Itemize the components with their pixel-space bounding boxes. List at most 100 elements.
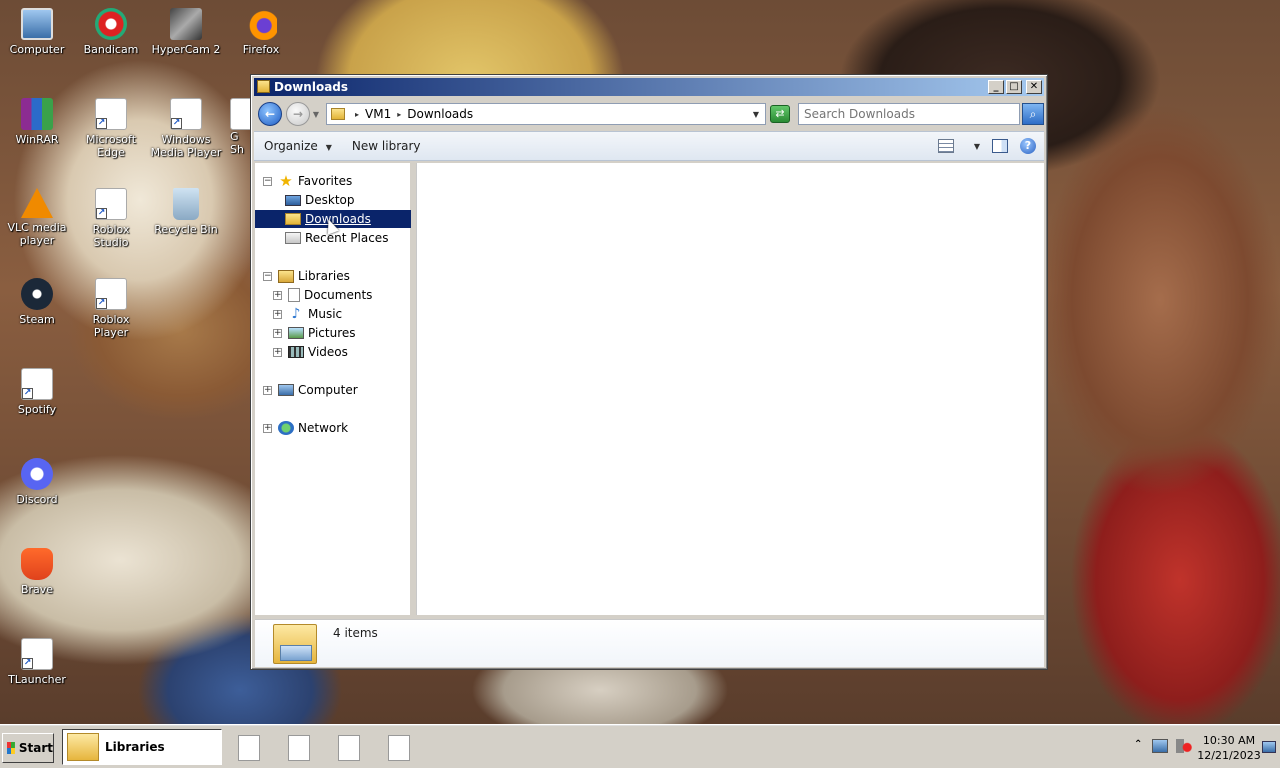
desktop-icon-spotify[interactable]: ↗ Spotify	[0, 368, 74, 416]
desktop-icon-bandicam[interactable]: Bandicam	[74, 8, 148, 56]
minimize-button[interactable]: _	[988, 80, 1004, 94]
computer-icon	[278, 384, 294, 396]
pinned-app-icon[interactable]	[288, 735, 310, 761]
shortcut-icon: ↗	[21, 638, 53, 670]
search-input[interactable]	[798, 103, 1020, 125]
desktop-icon-recycle-bin[interactable]: Recycle Bin	[149, 188, 223, 236]
chevron-down-icon: ▼	[325, 143, 332, 152]
windows-logo-icon	[7, 742, 15, 754]
preview-pane-icon[interactable]	[992, 139, 1008, 153]
tree-item-recent-places[interactable]: Recent Places	[285, 229, 388, 247]
desktop-icon-hypercam[interactable]: HyperCam 2	[149, 8, 223, 56]
window-title: Downloads	[274, 80, 349, 94]
desktop-icon-roblox-player[interactable]: ↗ Roblox Player	[74, 278, 148, 339]
show-desktop-icon[interactable]	[1262, 741, 1276, 753]
expand-icon[interactable]: +	[273, 328, 282, 338]
volume-muted-icon[interactable]	[1176, 739, 1192, 753]
tree-network[interactable]: + Network	[263, 419, 348, 437]
tree-item-pictures[interactable]: + Pictures	[273, 324, 356, 342]
window-titlebar[interactable]: Downloads _ □ ✕	[254, 78, 1044, 96]
taskbar: Start Libraries ⌃ 10:30 AM 12/21/2023	[0, 724, 1280, 768]
desktop-icon	[285, 194, 301, 206]
clock[interactable]: 10:30 AM 12/21/2023	[1196, 733, 1262, 763]
chevron-down-icon[interactable]: ▼	[753, 110, 759, 119]
forward-button[interactable]: →	[286, 102, 310, 126]
search-button[interactable]: ⌕	[1022, 103, 1044, 125]
collapse-icon[interactable]: −	[263, 271, 272, 281]
shortcut-icon: ↗	[170, 98, 202, 130]
maximize-button[interactable]: □	[1006, 80, 1022, 94]
item-count: 4 items	[333, 626, 378, 640]
desktop-icon-firefox[interactable]: Firefox	[224, 8, 298, 56]
taskbar-item-libraries[interactable]: Libraries	[62, 729, 222, 765]
network-icon	[278, 421, 294, 435]
network-tray-icon[interactable]	[1152, 739, 1168, 753]
tree-label: Music	[308, 307, 343, 321]
recent-places-icon	[285, 232, 301, 244]
desktop-icon-windows-media-player[interactable]: ↗ Windows Media Player	[149, 98, 223, 159]
back-button[interactable]: ←	[258, 102, 282, 126]
desktop-icon-vlc[interactable]: VLC media player	[0, 188, 74, 247]
file-list-pane[interactable]	[416, 163, 1044, 615]
pinned-app-icon[interactable]	[338, 735, 360, 761]
chevron-right-icon[interactable]: ▸	[397, 110, 401, 119]
shortcut-icon: ↗	[95, 98, 127, 130]
close-button[interactable]: ✕	[1026, 80, 1042, 94]
tree-favorites[interactable]: − ★ Favorites	[263, 172, 352, 190]
show-hidden-icons-icon[interactable]: ⌃	[1134, 739, 1142, 750]
expand-icon[interactable]: +	[263, 385, 272, 395]
tree-label: Downloads	[305, 212, 371, 226]
help-icon[interactable]: ?	[1020, 138, 1036, 154]
change-view-icon[interactable]	[937, 139, 954, 153]
brave-icon	[21, 548, 53, 580]
tree-item-music[interactable]: + ♪ Music	[273, 305, 342, 323]
desktop-icon-label: TLauncher	[8, 673, 66, 686]
chevron-down-icon[interactable]: ▼	[974, 142, 980, 151]
desktop-icon-tlauncher[interactable]: ↗ TLauncher	[0, 638, 74, 686]
tree-label: Recent Places	[305, 231, 389, 245]
tree-item-desktop[interactable]: Desktop	[285, 191, 355, 209]
expand-icon[interactable]: +	[273, 309, 282, 319]
tree-computer[interactable]: + Computer	[263, 381, 358, 399]
expand-icon[interactable]: +	[263, 423, 272, 433]
clock-date: 12/21/2023	[1197, 749, 1261, 762]
desktop-icon-steam[interactable]: Steam	[0, 278, 74, 326]
details-pane: 4 items	[255, 619, 1044, 667]
desktop-icon-roblox-studio[interactable]: ↗ Roblox Studio	[74, 188, 148, 249]
collapse-icon[interactable]: −	[263, 176, 272, 186]
expand-icon[interactable]: +	[273, 290, 282, 300]
folder-icon	[273, 624, 317, 664]
desktop-icon-discord[interactable]: Discord	[0, 458, 74, 506]
tree-label: Desktop	[305, 193, 355, 207]
breadcrumb-downloads[interactable]: Downloads	[407, 107, 473, 121]
libraries-icon	[278, 269, 294, 283]
start-button[interactable]: Start	[2, 733, 54, 763]
chevron-right-icon[interactable]: ▸	[355, 110, 359, 119]
refresh-button[interactable]: ⇄	[770, 105, 790, 123]
desktop-icon-label: Windows Media Player	[150, 133, 222, 159]
explorer-window: Downloads _ □ ✕ ← → ▼ ▸ VM1 ▸ Downloads …	[250, 74, 1048, 670]
breadcrumb-vm1[interactable]: VM1	[365, 107, 391, 121]
tree-item-videos[interactable]: + Videos	[273, 343, 348, 361]
desktop-icon-winrar[interactable]: WinRAR	[0, 98, 74, 146]
tree-label: Documents	[304, 288, 373, 302]
pinned-app-icon[interactable]	[238, 735, 260, 761]
desktop-icon-microsoft-edge[interactable]: ↗ Microsoft Edge	[74, 98, 148, 159]
command-bar: Organize ▼ New library ▼ ?	[254, 131, 1044, 161]
tree-item-documents[interactable]: + Documents	[273, 286, 372, 304]
history-dropdown-icon[interactable]: ▼	[310, 110, 322, 119]
desktop-icon-label: G Sh	[230, 130, 244, 156]
folder-icon	[257, 80, 270, 93]
breadcrumb[interactable]: ▸ VM1 ▸ Downloads ▼	[326, 103, 766, 125]
desktop-icon-label: Roblox Studio	[92, 223, 130, 249]
documents-icon	[288, 288, 300, 302]
organize-button[interactable]: Organize ▼	[264, 139, 332, 153]
desktop-icon-partial[interactable]: G Sh	[230, 98, 250, 156]
tree-libraries[interactable]: − Libraries	[263, 267, 350, 285]
desktop-icon-computer[interactable]: Computer	[0, 8, 74, 56]
desktop-icon-brave[interactable]: Brave	[0, 548, 74, 596]
new-library-button[interactable]: New library	[352, 139, 421, 153]
computer-icon	[21, 8, 53, 40]
pinned-app-icon[interactable]	[388, 735, 410, 761]
expand-icon[interactable]: +	[273, 347, 282, 357]
